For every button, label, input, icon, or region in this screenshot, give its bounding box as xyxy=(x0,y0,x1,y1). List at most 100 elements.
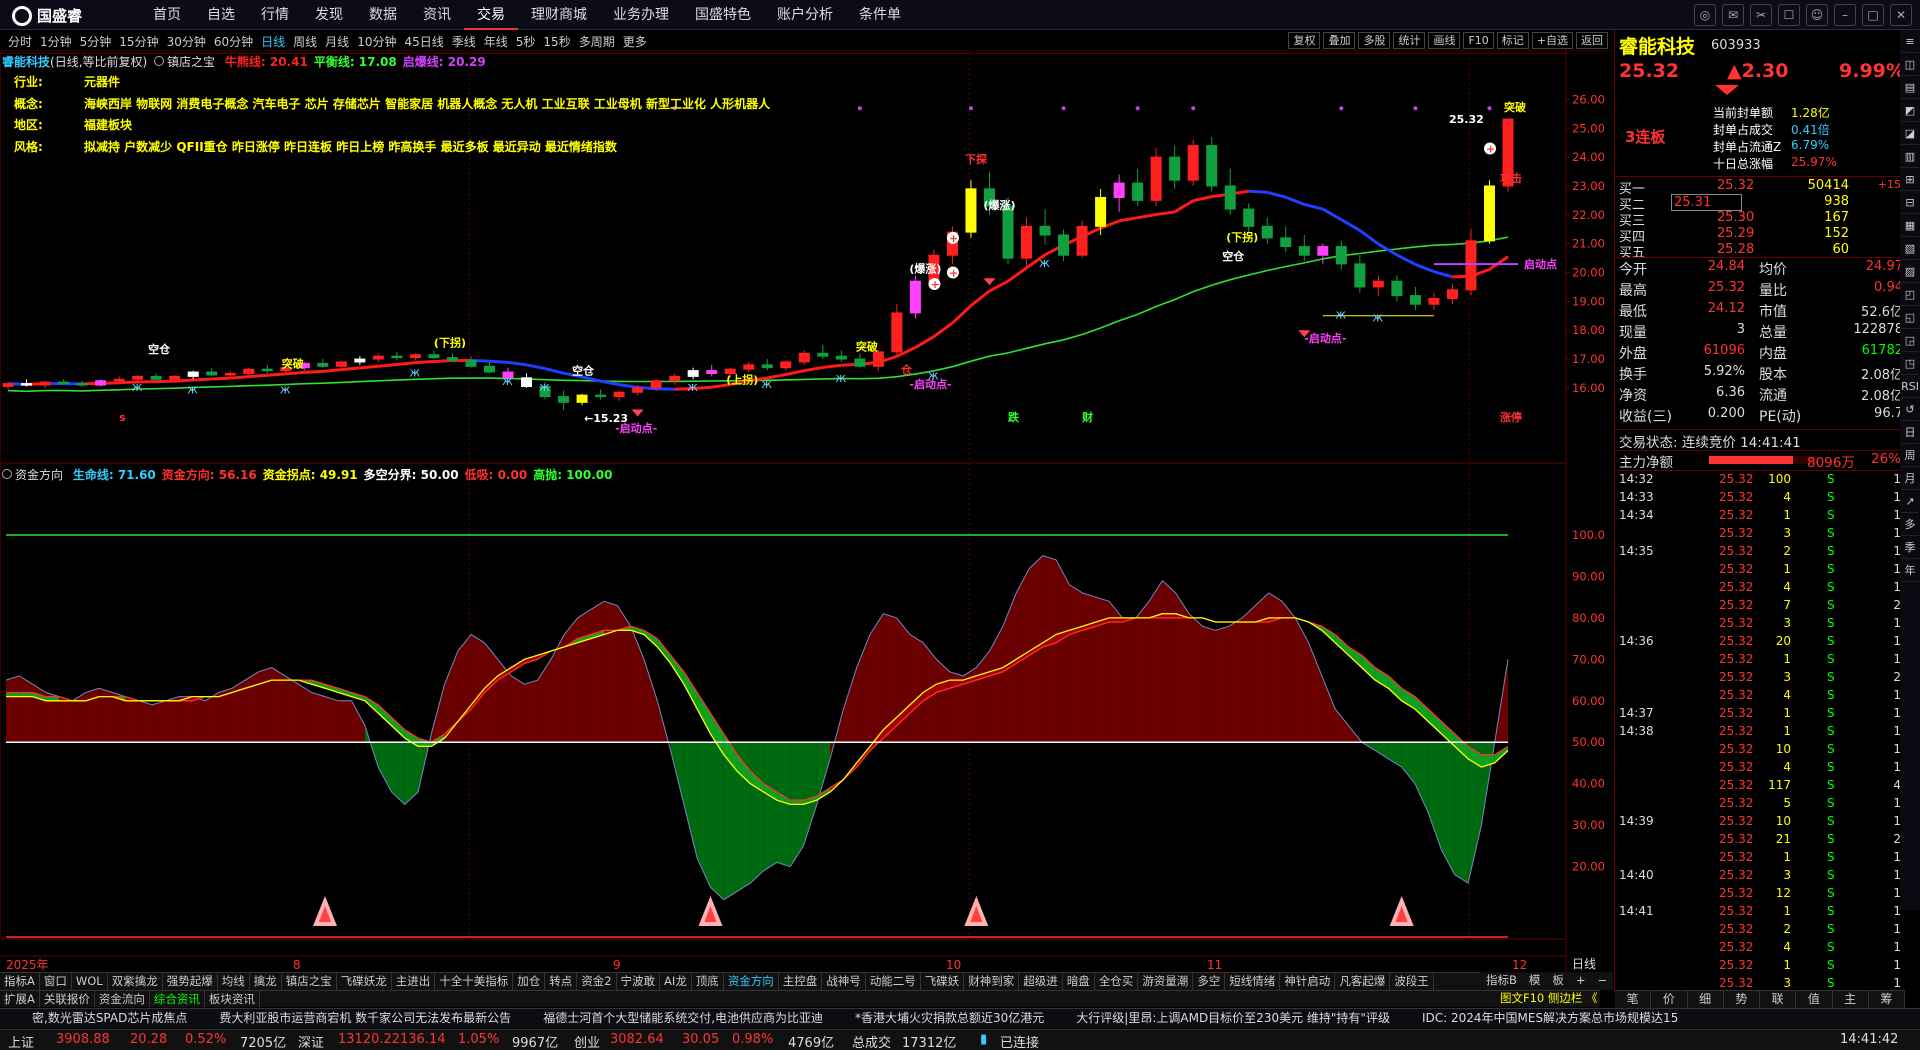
side-tool-icon[interactable]: ⊟ xyxy=(1901,192,1919,214)
mail-icon[interactable]: ✉ xyxy=(1722,4,1744,26)
chart-tool-button[interactable]: F10 xyxy=(1463,32,1494,49)
indicator-tab[interactable]: 加仓 xyxy=(513,973,546,990)
chart-tool-button[interactable]: +自选 xyxy=(1531,32,1573,49)
period-tab[interactable]: 季线 xyxy=(448,33,480,50)
menu-item[interactable]: 账户分析 xyxy=(764,0,846,30)
extension-tab[interactable]: 扩展A xyxy=(0,991,40,1007)
extension-tab[interactable]: 综合资讯 xyxy=(150,991,205,1007)
indicator-tab[interactable]: 飞碟妖龙 xyxy=(337,973,392,990)
menu-item[interactable]: 业务办理 xyxy=(600,0,682,30)
indicator-tab[interactable]: 均线 xyxy=(218,973,250,990)
lower-toggle-icon[interactable] xyxy=(2,469,12,479)
side-toggle[interactable]: 图文F10 侧边栏 《 xyxy=(1500,990,1598,1007)
indicator-tab[interactable]: 暗盘 xyxy=(1063,973,1095,990)
indicator-right-tab[interactable]: 指标B xyxy=(1480,972,1523,990)
sh-label[interactable]: 上证 xyxy=(8,1032,34,1050)
indicator-tab[interactable]: 游资量潮 xyxy=(1138,973,1194,990)
period-tab[interactable]: 日线 xyxy=(257,33,289,50)
period-tab[interactable]: 30分钟 xyxy=(163,33,210,50)
indicator-right-tab[interactable]: − xyxy=(1592,972,1614,990)
menu-item[interactable]: 发现 xyxy=(302,0,356,30)
side-tool-icon[interactable]: ◩ xyxy=(1901,100,1919,122)
lower-indicator-name[interactable]: 资金方向 xyxy=(15,468,63,482)
menu-item[interactable]: 自选 xyxy=(194,0,248,30)
quote-tab[interactable]: 联 xyxy=(1760,991,1797,1008)
side-tool-icon[interactable]: ◳ xyxy=(1901,353,1919,375)
chart-tool-button[interactable]: 统计 xyxy=(1393,32,1426,49)
maximize-icon[interactable]: □ xyxy=(1862,4,1884,26)
side-tool-icon[interactable]: ▦ xyxy=(1901,215,1919,237)
quote-tab[interactable]: 值 xyxy=(1796,991,1833,1008)
menu-item[interactable]: 国盛特色 xyxy=(682,0,764,30)
tools-icon[interactable]: ✂ xyxy=(1750,4,1772,26)
skin-icon[interactable]: ☐ xyxy=(1778,4,1800,26)
side-tool-icon[interactable]: ↗ xyxy=(1901,491,1919,513)
side-tool-icon[interactable]: 多 xyxy=(1901,514,1919,536)
indicator-tab[interactable]: 顶底 xyxy=(692,973,724,990)
indicator-tab[interactable]: 擒龙 xyxy=(250,973,282,990)
quote-tab[interactable]: 细 xyxy=(1688,991,1724,1008)
indicator-tab[interactable]: 主进出 xyxy=(392,973,436,990)
indicator-tab[interactable]: 资金2 xyxy=(577,973,617,990)
menu-item[interactable]: 数据 xyxy=(356,0,410,30)
user-icon[interactable]: ☺ xyxy=(1806,4,1828,26)
extension-tab[interactable]: 关联报价 xyxy=(40,991,95,1007)
indicator-tab[interactable]: 多空 xyxy=(1193,973,1226,990)
indicator-tab[interactable]: 宁波敢 xyxy=(617,973,661,990)
message-icon[interactable]: ◎ xyxy=(1694,4,1716,26)
period-tab[interactable]: 1分钟 xyxy=(36,33,76,50)
indicator-right-tab[interactable]: 板 xyxy=(1546,972,1570,990)
minimize-icon[interactable]: – xyxy=(1834,4,1856,26)
indicator-tab[interactable]: 战神号 xyxy=(822,973,866,990)
period-tab[interactable]: 分时 xyxy=(4,33,36,50)
period-tab[interactable]: 15秒 xyxy=(539,33,574,50)
period-tab[interactable]: 15分钟 xyxy=(115,33,162,50)
news-item[interactable]: 费大利亚股市运营商宕机 数千家公司无法发布最新公告 xyxy=(187,1009,511,1028)
news-ticker[interactable]: 密,数光雷达SPAD芯片成焦点 费大利亚股市运营商宕机 数千家公司无法发布最新公告… xyxy=(0,1008,1920,1028)
side-tool-icon[interactable]: ⊞ xyxy=(1901,169,1919,191)
kline-chart[interactable]: 26.00 25.00 24.00 23.00 22.00 21.00 20.00 19.00… xyxy=(0,51,1612,972)
menu-item[interactable]: 资讯 xyxy=(410,0,464,30)
period-tab[interactable]: 年线 xyxy=(480,33,512,50)
sz-label[interactable]: 深证 xyxy=(298,1032,324,1050)
indicator-right-tab[interactable]: 模 xyxy=(1523,972,1547,990)
menu-item[interactable]: 行情 xyxy=(248,0,302,30)
side-tool-icon[interactable]: ≡ xyxy=(1901,31,1919,53)
period-tab[interactable]: 10分钟 xyxy=(353,33,400,50)
side-tool-icon[interactable]: ▨ xyxy=(1901,261,1919,283)
indicator-tab[interactable]: 凡客起爆 xyxy=(1335,973,1391,990)
indicator-tab[interactable]: 十全十美指标 xyxy=(435,973,514,990)
quote-tab[interactable]: 笔 xyxy=(1615,991,1652,1008)
side-tool-icon[interactable]: 日 xyxy=(1901,422,1919,444)
menu-item[interactable]: 交易 xyxy=(464,0,518,30)
cy-label[interactable]: 创业 xyxy=(574,1032,600,1050)
indicator-right-tab[interactable]: + xyxy=(1570,972,1592,990)
indicator-tab[interactable]: 资金方向 xyxy=(724,973,779,990)
indicator-tab[interactable]: 主控盘 xyxy=(779,973,823,990)
side-tool-icon[interactable]: ▥ xyxy=(1901,146,1919,168)
menu-item[interactable]: 条件单 xyxy=(846,0,914,30)
news-item[interactable]: 大行评级|里昂:上调AMD目标价至230美元 维持"持有"评级 xyxy=(1044,1009,1390,1028)
period-tab[interactable]: 周线 xyxy=(289,33,321,50)
period-tab[interactable]: 45日线 xyxy=(400,33,447,50)
side-tool-icon[interactable]: ◫ xyxy=(1901,54,1919,76)
menu-item[interactable]: 理财商城 xyxy=(518,0,600,30)
indicator-tab[interactable]: 双紫擒龙 xyxy=(108,973,163,990)
side-tool-icon[interactable]: RSI xyxy=(1901,376,1919,398)
indicator-tab[interactable]: 窗口 xyxy=(40,973,72,990)
news-item[interactable]: *香港大埔火灾捐款总额近30亿港元 xyxy=(823,1009,1044,1028)
quote-tab[interactable]: 势 xyxy=(1724,991,1760,1008)
indicator-tab[interactable]: 转点 xyxy=(545,973,578,990)
side-tool-icon[interactable]: 周 xyxy=(1901,445,1919,467)
indicator-tab[interactable]: 全仓买 xyxy=(1095,973,1139,990)
news-item[interactable]: 密,数光雷达SPAD芯片成焦点 xyxy=(0,1009,187,1028)
extension-tab[interactable]: 资金流向 xyxy=(95,991,150,1007)
news-item[interactable]: IDC: 2024年中国MES解决方案总市场规模达15 xyxy=(1390,1009,1678,1028)
period-tab[interactable]: 5分钟 xyxy=(76,33,116,50)
indicator-tab[interactable]: 强势起爆 xyxy=(163,973,218,990)
indicator-tab[interactable]: 镇店之宝 xyxy=(282,973,337,990)
period-tab[interactable]: 5秒 xyxy=(512,33,540,50)
side-tool-icon[interactable]: ◰ xyxy=(1901,284,1919,306)
indicator-tab[interactable]: 指标A xyxy=(0,973,40,990)
side-tool-icon[interactable]: ▧ xyxy=(1901,238,1919,260)
